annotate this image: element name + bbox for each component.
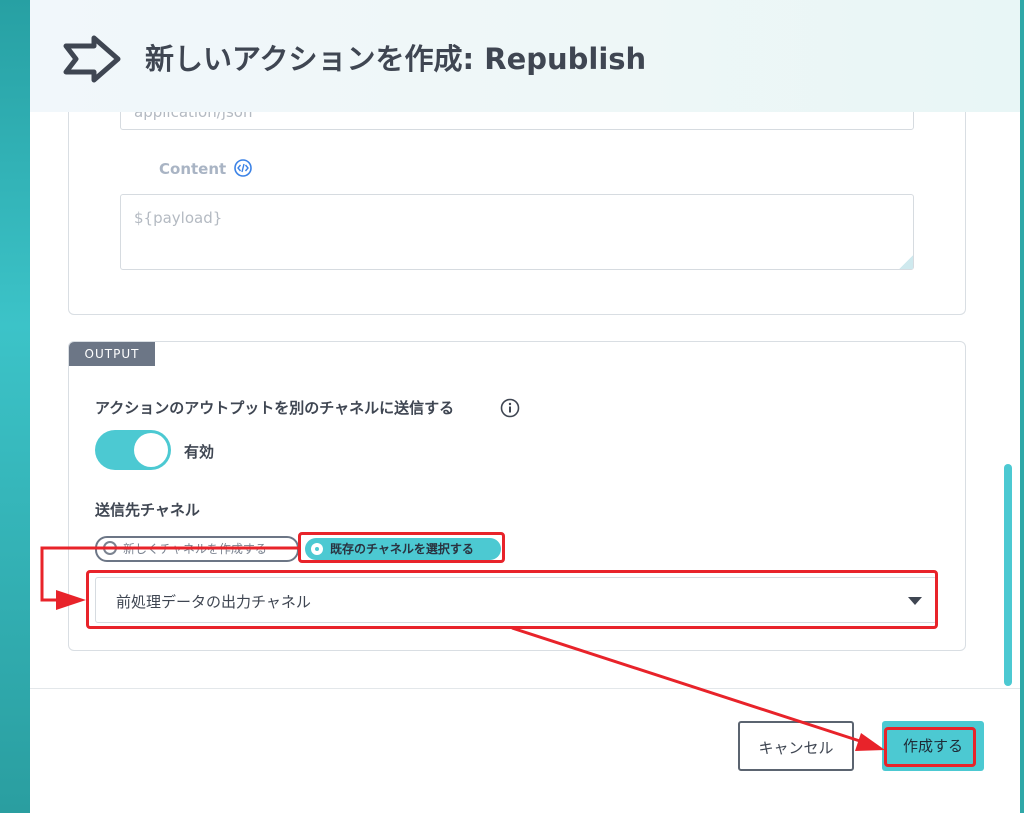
content-label: Content: [159, 160, 227, 178]
highlight-existing-channel-radio: [298, 532, 505, 563]
highlight-channel-select: [86, 570, 938, 629]
modal-header: 新しいアクションを作成: Republish: [30, 0, 1020, 112]
destination-channel-label: 送信先チャネル: [95, 501, 200, 519]
highlight-create-button: [884, 727, 976, 767]
scrollbar[interactable]: [1004, 112, 1012, 686]
info-icon[interactable]: [500, 398, 520, 418]
radio-create-new-label: 新しくチャネルを作成する: [123, 542, 267, 556]
footer-divider: [30, 688, 1020, 689]
send-output-label: アクションのアウトプットを別のチャネルに送信する: [95, 399, 455, 417]
toggle-knob: [134, 433, 168, 467]
resize-handle[interactable]: [899, 255, 913, 269]
radio-create-new-channel[interactable]: 新しくチャネルを作成する: [95, 536, 299, 562]
action-settings-panel: application/json Content ${payload}: [68, 112, 966, 315]
send-arrow-icon: [63, 35, 121, 83]
send-output-toggle[interactable]: [95, 430, 171, 470]
radio-unchecked-icon: [103, 541, 117, 555]
output-section-tag: OUTPUT: [69, 342, 155, 366]
code-icon[interactable]: [234, 159, 252, 177]
create-action-modal: 新しいアクションを作成: Republish application/json …: [30, 0, 1020, 813]
content-type-placeholder: application/json: [134, 112, 253, 121]
content-type-input[interactable]: application/json: [120, 112, 914, 130]
modal-title: 新しいアクションを作成: Republish: [145, 42, 647, 76]
scrollbar-thumb[interactable]: [1004, 464, 1012, 686]
content-textarea[interactable]: ${payload}: [120, 194, 914, 270]
content-placeholder: ${payload}: [134, 209, 223, 227]
toggle-state-label: 有効: [184, 443, 215, 461]
cancel-button[interactable]: キャンセル: [738, 721, 854, 771]
